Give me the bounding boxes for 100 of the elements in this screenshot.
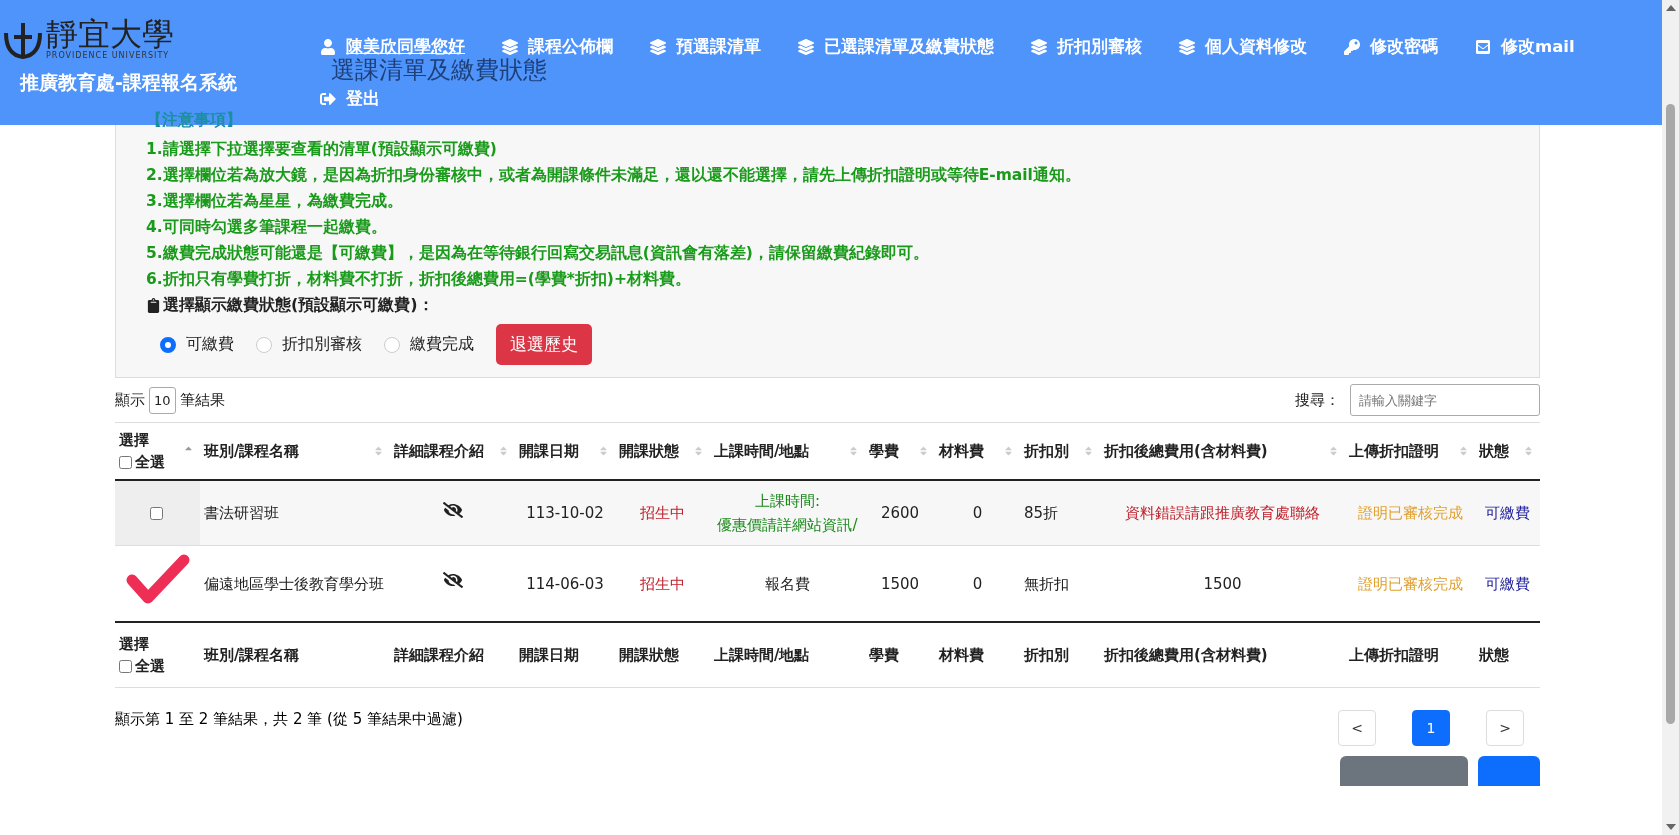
- notice-text: 5.繳費完成狀態可能還是【可繳費】，是因為在等待銀行回寫交易訊息(資訊會有落差)，請保留繳費紀錄即可。: [146, 244, 929, 262]
- material-text: 0: [972, 504, 983, 522]
- radio-label: 折扣別審核: [282, 334, 362, 355]
- length-select[interactable]: 10: [149, 386, 176, 414]
- course-name: 偏遠地區學士後教育學分班: [204, 574, 384, 593]
- select-all-label: 全選: [135, 656, 165, 677]
- date-text: 114-06-03: [526, 574, 604, 593]
- page-button[interactable]: 1: [1412, 710, 1450, 746]
- mail-icon: [1475, 39, 1491, 55]
- course-name: 書法研習班: [204, 504, 279, 522]
- clipboard-icon: [146, 297, 161, 313]
- tuition-text: 1500: [880, 574, 920, 593]
- column-header[interactable]: 開課狀態: [619, 442, 679, 460]
- sort-icon[interactable]: [1083, 445, 1094, 457]
- eye-slash-icon[interactable]: [442, 570, 463, 590]
- layers-icon: [650, 39, 666, 55]
- previous-page-button[interactable]: <: [1338, 710, 1376, 746]
- history-button[interactable]: 退選歷史: [496, 324, 592, 365]
- notice-heading: 【注意事項】: [146, 110, 242, 129]
- column-header[interactable]: 材料費: [939, 442, 984, 460]
- total-text: 資料錯誤請跟推廣教育處聯絡: [1125, 504, 1320, 522]
- logout-icon: [320, 91, 336, 107]
- scrollbar[interactable]: [1662, 0, 1679, 835]
- column-header[interactable]: 選擇: [119, 431, 149, 449]
- column-header[interactable]: 開課日期: [519, 442, 579, 460]
- column-footer: 選擇: [119, 635, 149, 653]
- select-all-checkbox[interactable]: [119, 659, 132, 673]
- select-all-checkbox[interactable]: [119, 455, 132, 469]
- sort-icon[interactable]: [1458, 445, 1469, 457]
- row-checkbox[interactable]: [149, 507, 163, 520]
- time-place-text: 報名費: [765, 574, 810, 593]
- logo-text: 靜宜大學: [46, 17, 174, 51]
- sort-icon[interactable]: [918, 445, 929, 457]
- column-header[interactable]: 詳細課程介紹: [394, 442, 484, 460]
- sort-icon[interactable]: [1523, 445, 1534, 457]
- next-page-button[interactable]: >: [1486, 710, 1524, 746]
- column-header[interactable]: 上課時間/地點: [714, 442, 810, 460]
- logo-subtext: PROVIDENCE UNIVERSITY: [46, 51, 170, 61]
- proof-status-text: 證明已審核完成: [1357, 504, 1463, 522]
- system-title: 推廣教育處-課程報名系統: [20, 70, 237, 95]
- radio-button[interactable]: [160, 336, 176, 353]
- column-footer: 上課時間/地點: [714, 646, 810, 664]
- column-footer: 折扣別: [1024, 646, 1069, 664]
- radio-button[interactable]: [256, 336, 272, 353]
- notice-text: 1.請選擇下拉選擇要查看的清單(預設顯示可繳費): [146, 140, 497, 158]
- search-field[interactable]: 請輸入關鍵字: [1350, 384, 1540, 416]
- user-icon: [320, 39, 336, 55]
- filter-label: 選擇顯示繳費狀態(預設顯示可繳費)：: [163, 294, 434, 316]
- column-footer: 開課日期: [519, 646, 579, 664]
- sort-icon[interactable]: [1003, 445, 1014, 457]
- column-header[interactable]: 折扣後總費用(含材料費): [1104, 442, 1268, 460]
- sort-icon[interactable]: [1328, 445, 1339, 457]
- column-header[interactable]: 學費: [869, 442, 899, 460]
- status-text: 招生中: [640, 574, 685, 593]
- layers-icon: [1179, 39, 1195, 55]
- notice-text: 4.可同時勾選多筆課程一起繳費。: [146, 218, 387, 236]
- action-button[interactable]: [1340, 756, 1468, 786]
- discount-text: 85折: [1024, 504, 1059, 522]
- layers-icon: [1031, 39, 1047, 55]
- payment-state-text: 可繳費: [1485, 504, 1530, 522]
- radio-button[interactable]: [384, 336, 400, 353]
- column-footer: 折扣後總費用(含材料費): [1104, 646, 1268, 664]
- sort-icon[interactable]: [498, 445, 509, 457]
- discount-text: 無折扣: [1024, 574, 1069, 593]
- sort-icon[interactable]: [598, 445, 609, 457]
- status-text: 招生中: [640, 504, 685, 522]
- layers-icon: [798, 39, 814, 55]
- sort-icon[interactable]: [373, 445, 384, 457]
- column-header[interactable]: 上傳折扣證明: [1349, 442, 1439, 460]
- date-text: 113-10-02: [526, 504, 604, 522]
- eye-slash-icon[interactable]: [442, 499, 463, 520]
- key-icon: [1344, 39, 1360, 55]
- proof-status-text: 證明已審核完成: [1357, 574, 1463, 593]
- notice-text: 2.選擇欄位若為放大鏡，是因為折扣身份審核中，或者為開課條件未滿足，還以還不能選擇，請先上傳折扣證明或等待E-mail通知。: [146, 166, 1081, 184]
- search-label: 搜尋：: [1295, 390, 1340, 410]
- radio-label: 可繳費: [186, 334, 234, 355]
- select-all-label: 全選: [135, 452, 165, 473]
- length-label: 筆結果: [179, 390, 225, 410]
- time-place-text: 上課時間: 優惠價請詳網站資訊/: [717, 492, 858, 534]
- column-footer: 學費: [869, 646, 899, 664]
- column-header[interactable]: 折扣別: [1024, 442, 1069, 460]
- results-info: 顯示第 1 至 2 筆結果，共 2 筆 (從 5 筆結果中過濾): [115, 710, 463, 729]
- column-footer: 班別/課程名稱: [204, 646, 300, 664]
- column-footer: 開課狀態: [619, 646, 679, 664]
- column-footer: 材料費: [939, 646, 984, 664]
- sort-icon[interactable]: [693, 445, 704, 457]
- length-label: 顯示: [115, 390, 145, 410]
- layers-icon: [502, 39, 518, 55]
- column-header[interactable]: 狀態: [1479, 442, 1509, 460]
- payment-state-text: 可繳費: [1485, 574, 1530, 593]
- column-header[interactable]: 班別/課程名稱: [204, 442, 300, 460]
- action-button[interactable]: [1478, 756, 1540, 786]
- notice-text: 3.選擇欄位若為星星，為繳費完成。: [146, 192, 403, 210]
- radio-label: 繳費完成: [410, 334, 474, 355]
- sort-icon[interactable]: [848, 445, 859, 457]
- column-footer: 詳細課程介紹: [394, 646, 484, 664]
- notice-text: 6.折扣只有學費打折，材料費不打折，折扣後總費用=(學費*折扣)+材料費。: [146, 270, 691, 288]
- tuition-text: 2600: [880, 504, 920, 522]
- column-footer: 狀態: [1479, 646, 1509, 664]
- column-footer: 上傳折扣證明: [1349, 646, 1439, 664]
